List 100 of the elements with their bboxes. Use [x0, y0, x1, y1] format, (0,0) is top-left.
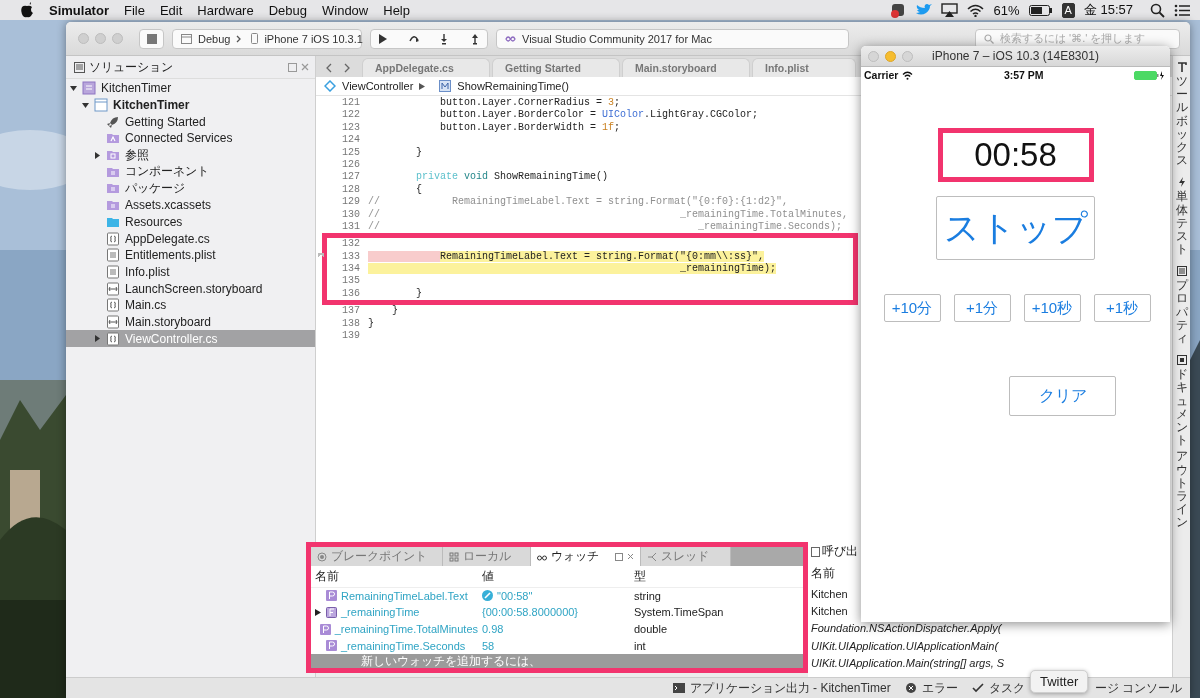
tree-item[interactable]: LaunchScreen.storyboard: [106, 280, 263, 297]
add-time-button[interactable]: +10秒: [1023, 294, 1081, 322]
property-icon: [319, 623, 331, 635]
tree-item[interactable]: Main.cs: [106, 296, 167, 314]
status-bar-item[interactable]: ージ コンソール: [1094, 679, 1182, 697]
status-bar-item[interactable]: アプリケーション出力 - KitchenTimer: [672, 679, 891, 697]
app-menu[interactable]: Simulator: [49, 2, 109, 18]
property-icon: [326, 590, 337, 602]
side-tab[interactable]: ドキュメント アウトライン: [1175, 355, 1188, 530]
side-tab[interactable]: プロパティ: [1175, 266, 1188, 346]
stop-button[interactable]: ストップ: [936, 196, 1095, 260]
app-status-icon[interactable]: [890, 2, 907, 18]
configuration-label[interactable]: Debug: [198, 32, 231, 45]
file-tab[interactable]: AppDelegate.cs: [362, 58, 490, 77]
back-icon[interactable]: [326, 62, 332, 73]
menu-item[interactable]: Help: [383, 2, 410, 18]
file-tab[interactable]: Main.storyboard: [622, 58, 750, 77]
menu-item[interactable]: File: [123, 2, 145, 18]
tree-item[interactable]: Entitlements.plist: [106, 246, 216, 264]
file-tab[interactable]: Getting Started: [492, 58, 620, 77]
tree-item[interactable]: Assets.xcassets: [106, 196, 212, 214]
storyboard-file-icon: [106, 281, 120, 296]
collapsed-triangle-icon[interactable]: [93, 151, 101, 159]
tree-item[interactable]: Getting Started: [106, 113, 206, 131]
clear-button[interactable]: クリア: [1009, 376, 1116, 416]
pad-tab[interactable]: ウォッチ: [531, 547, 641, 566]
stop-button[interactable]: [139, 28, 164, 49]
tree-item[interactable]: コンポーネント: [106, 163, 209, 181]
tree-item[interactable]: Resources: [106, 213, 183, 231]
airplay-icon[interactable]: [941, 3, 959, 17]
configuration-selector[interactable]: Debug iPhone 7 iOS 10.3.1: [172, 28, 362, 49]
code-line: button.Layer.BorderColor = UIColor.LightGray.CGColor;: [439, 109, 759, 121]
pad-title: ソリューション: [89, 58, 173, 76]
line-number: 129: [341, 196, 361, 209]
expanded-triangle-icon[interactable]: [69, 84, 77, 92]
terminal-icon: [672, 683, 685, 693]
column-header[interactable]: 型: [634, 567, 646, 585]
line-number: 127: [341, 171, 361, 184]
status-bar-item[interactable]: タスク: [971, 679, 1025, 697]
list-file-icon: [106, 248, 120, 263]
storyboard-file-icon: [106, 314, 120, 329]
device-label[interactable]: iPhone 7 iOS 10.3.1: [264, 32, 363, 45]
timer-label: 00:58: [937, 128, 1094, 182]
line-number: 137: [341, 305, 361, 318]
folder-icon: [106, 131, 120, 146]
code-file-icon: [106, 231, 120, 246]
pad-title[interactable]: 呼び出: [822, 544, 858, 559]
search-icon[interactable]: [1150, 2, 1165, 18]
expand-triangle-icon[interactable]: [315, 608, 321, 616]
add-time-button[interactable]: +1秒: [1093, 294, 1151, 322]
input-source-indicator[interactable]: A: [1061, 2, 1075, 18]
tree-item[interactable]: Info.plist: [106, 263, 170, 281]
apple-icon[interactable]: [20, 2, 34, 18]
folder-icon: [106, 148, 120, 163]
menu-item[interactable]: Window: [322, 2, 369, 18]
side-tab[interactable]: 単体テスト: [1175, 177, 1188, 257]
code-line: }: [368, 317, 374, 329]
tree-item[interactable]: 参照: [106, 146, 149, 164]
side-tab[interactable]: ツールボックス: [1175, 62, 1188, 168]
stack-frame[interactable]: UIKit.UIApplication.Main(string[] args, S: [811, 657, 1005, 670]
column-header[interactable]: 名前: [811, 564, 835, 582]
property-icon: [326, 640, 337, 652]
watch-type: int: [634, 639, 646, 652]
stack-frame[interactable]: Kitchen: [811, 605, 848, 618]
tree-item[interactable]: KitchenTimer: [82, 80, 172, 97]
tree-item[interactable]: KitchenTimer: [94, 96, 190, 114]
column-header[interactable]: 値: [482, 567, 494, 585]
wifi-icon: [902, 70, 914, 80]
line-number: 135: [341, 275, 361, 288]
window-title: iPhone 7 – iOS 10.3 (14E8301): [932, 49, 1099, 63]
tree-item[interactable]: AppDelegate.cs: [106, 230, 210, 247]
menu-item[interactable]: Edit: [159, 2, 183, 18]
breadcrumb-item[interactable]: ViewController: [342, 80, 414, 92]
battery-percent: 61%: [993, 2, 1020, 18]
stack-frame[interactable]: UIKit.UIApplication.UIApplicationMain(: [811, 639, 999, 652]
breadcrumb-item[interactable]: ShowRemainingTime(): [457, 80, 569, 92]
tree-item[interactable]: Connected Services: [106, 130, 233, 147]
collapsed-triangle-icon[interactable]: [93, 335, 101, 343]
status-bar-item[interactable]: エラー: [904, 679, 958, 697]
stack-frame[interactable]: Kitchen: [811, 587, 848, 600]
forward-icon[interactable]: [344, 62, 350, 73]
battery-icon[interactable]: [1028, 4, 1053, 16]
list-icon[interactable]: [1174, 3, 1190, 17]
close-icon[interactable]: [627, 553, 634, 560]
file-tab[interactable]: Info.plist: [752, 58, 856, 77]
tree-item[interactable]: パッケージ: [106, 180, 185, 197]
wifi-icon[interactable]: [967, 3, 985, 17]
add-time-button[interactable]: +10分: [883, 294, 941, 322]
menubar-clock[interactable]: 金 15:57: [1083, 1, 1133, 19]
watch-name: _remainingTime.TotalMinutes: [334, 623, 478, 636]
stack-frame[interactable]: Foundation.NSActionDispatcher.Apply(: [811, 622, 1002, 635]
dock-icon[interactable]: [615, 552, 623, 561]
add-time-button[interactable]: +1分: [953, 294, 1011, 322]
expanded-triangle-icon[interactable]: [81, 101, 89, 109]
code-file-icon: [106, 331, 120, 346]
column-header[interactable]: 名前: [315, 567, 339, 585]
pad-icon: [74, 61, 85, 73]
menu-item[interactable]: Hardware: [197, 2, 254, 18]
tree-item[interactable]: Main.storyboard: [106, 313, 212, 331]
menu-item[interactable]: Debug: [268, 2, 307, 18]
